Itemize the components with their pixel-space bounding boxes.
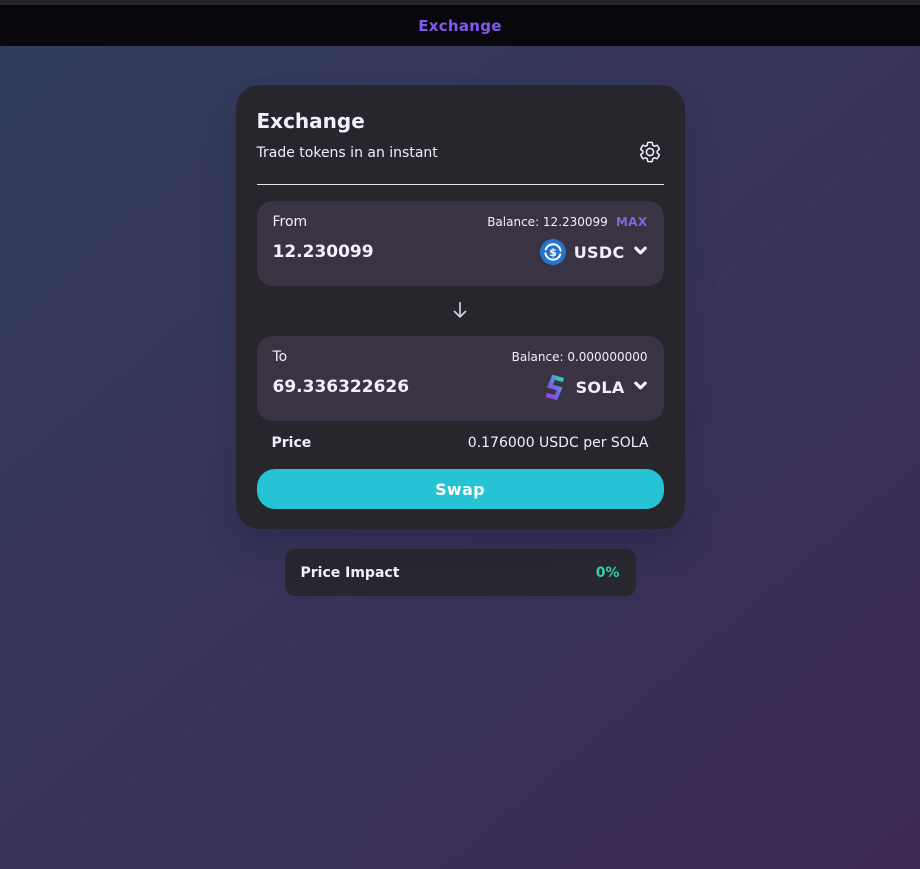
price-value: 0.176000 USDC per SOLA bbox=[467, 435, 649, 451]
to-token-selector[interactable]: SOLA bbox=[542, 374, 648, 401]
price-row: Price 0.176000 USDC per SOLA bbox=[257, 435, 664, 451]
card-subtitle: Trade tokens in an instant bbox=[256, 145, 438, 161]
arrow-down-icon bbox=[449, 299, 471, 324]
header-divider bbox=[256, 184, 664, 185]
to-panel: To Balance: 0.000000000 SOLA bbox=[256, 336, 664, 421]
swap-button[interactable]: Swap bbox=[256, 469, 664, 509]
usdc-token-icon: $ bbox=[539, 239, 566, 265]
svg-text:$: $ bbox=[549, 246, 557, 259]
to-label: To bbox=[272, 349, 288, 365]
top-nav: Exchange bbox=[0, 0, 920, 46]
settings-button[interactable] bbox=[636, 139, 664, 167]
to-amount-input[interactable] bbox=[272, 377, 463, 397]
nav-bar: Exchange bbox=[0, 5, 920, 46]
price-impact-label: Price Impact bbox=[300, 564, 400, 581]
swap-direction-button[interactable] bbox=[445, 295, 475, 328]
from-label: From bbox=[272, 214, 308, 230]
gear-icon bbox=[638, 140, 662, 167]
nav-item-exchange[interactable]: Exchange bbox=[418, 17, 502, 35]
price-impact-value: 0% bbox=[595, 564, 620, 581]
from-panel: From Balance: 12.230099 MAX $ bbox=[256, 201, 664, 286]
chevron-down-icon bbox=[633, 378, 648, 397]
swap-direction-row bbox=[257, 286, 664, 336]
from-balance: Balance: 12.230099 bbox=[487, 215, 608, 229]
from-token-selector[interactable]: $ USDC bbox=[539, 239, 648, 265]
exchange-card: Exchange Trade tokens in an instant From… bbox=[235, 85, 685, 529]
to-token-label: SOLA bbox=[575, 377, 625, 397]
exchange-page: Exchange Trade tokens in an instant From… bbox=[0, 85, 920, 596]
card-header: Exchange Trade tokens in an instant bbox=[256, 107, 664, 185]
to-balance: Balance: 0.000000000 bbox=[511, 350, 648, 364]
max-button[interactable]: MAX bbox=[616, 215, 648, 229]
from-amount-input[interactable] bbox=[272, 242, 463, 262]
card-title: Exchange bbox=[256, 109, 365, 133]
price-label: Price bbox=[271, 435, 312, 451]
price-impact-card: Price Impact 0% bbox=[284, 549, 636, 596]
sola-token-icon bbox=[542, 374, 568, 401]
from-token-label: USDC bbox=[573, 242, 625, 262]
chevron-down-icon bbox=[633, 243, 648, 262]
